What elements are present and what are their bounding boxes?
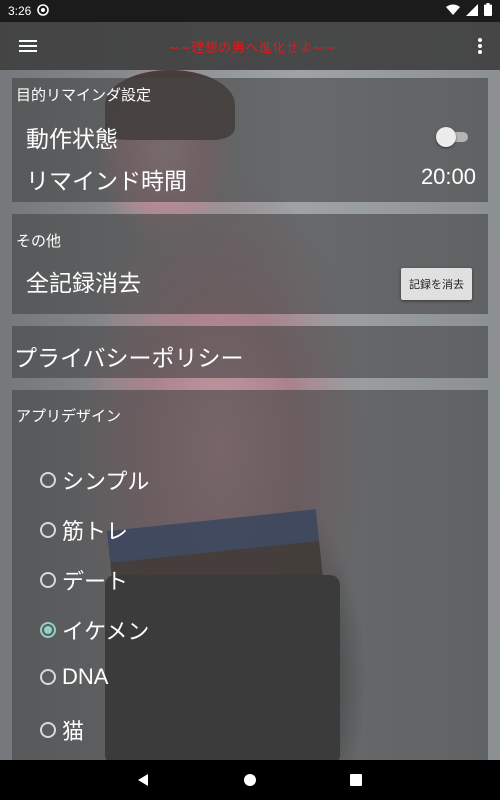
remind-time-label[interactable]: リマインド時間	[26, 162, 187, 196]
reminder-section-label: 目的リマインダ設定	[16, 86, 152, 104]
clear-records-button[interactable]: 記録を消去	[401, 268, 472, 300]
app-title: ~~理想の男へ進化せよ~~	[168, 40, 336, 56]
other-settings-card: その他 全記録消去 記録を消去	[12, 214, 488, 314]
status-label: 動作状態	[26, 127, 118, 153]
home-icon[interactable]	[240, 770, 260, 790]
design-option-label: 猫	[62, 720, 85, 745]
design-option-cat[interactable]: 猫	[40, 714, 84, 746]
other-section-label: その他	[16, 232, 62, 250]
remind-time-value[interactable]: 20:00	[421, 164, 476, 190]
status-time: 3:26	[8, 4, 32, 18]
radio-button[interactable]	[40, 669, 56, 685]
notification-icon	[37, 3, 50, 19]
reminder-settings-card: 目的リマインダ設定 動作状態 リマインド時間 20:00	[12, 78, 488, 202]
design-option-handsome[interactable]: イケメン	[40, 614, 149, 646]
design-option-simple[interactable]: シンプル	[40, 464, 149, 496]
design-option-dna[interactable]: DNA	[40, 664, 108, 690]
privacy-policy-link[interactable]: プライバシーポリシー	[14, 339, 244, 373]
design-option-label: DNA	[62, 664, 109, 689]
status-bar: 3:26	[0, 0, 500, 22]
app-design-card: アプリデザイン シンプル 筋トレ デート イケメン DNA 猫	[12, 390, 488, 760]
toggle-thumb	[436, 127, 456, 147]
design-option-label: シンプル	[62, 470, 150, 495]
radio-button[interactable]	[40, 722, 56, 738]
privacy-policy-card[interactable]: プライバシーポリシー	[12, 326, 488, 378]
hamburger-menu-icon[interactable]	[0, 22, 56, 70]
design-option-workout[interactable]: 筋トレ	[40, 514, 128, 546]
overflow-menu-icon[interactable]	[460, 22, 500, 70]
radio-button[interactable]	[40, 572, 56, 588]
wifi-icon	[446, 4, 460, 19]
back-icon[interactable]	[133, 770, 153, 790]
radio-button[interactable]	[40, 472, 56, 488]
clear-all-label: 全記録消去	[26, 271, 141, 297]
design-section-label: アプリデザイン	[16, 407, 122, 425]
radio-button-selected[interactable]	[40, 622, 56, 638]
design-option-label: イケメン	[62, 620, 150, 645]
app-bar: ~~理想の男へ進化せよ~~	[0, 22, 500, 70]
design-option-label: デート	[62, 570, 129, 595]
design-option-date[interactable]: デート	[40, 564, 128, 596]
reminder-toggle[interactable]	[436, 127, 468, 147]
radio-button[interactable]	[40, 522, 56, 538]
design-option-label: 筋トレ	[62, 520, 129, 545]
recents-icon[interactable]	[346, 770, 366, 790]
battery-icon	[484, 3, 492, 19]
system-navigation-bar	[0, 760, 500, 800]
signal-icon	[466, 3, 478, 19]
